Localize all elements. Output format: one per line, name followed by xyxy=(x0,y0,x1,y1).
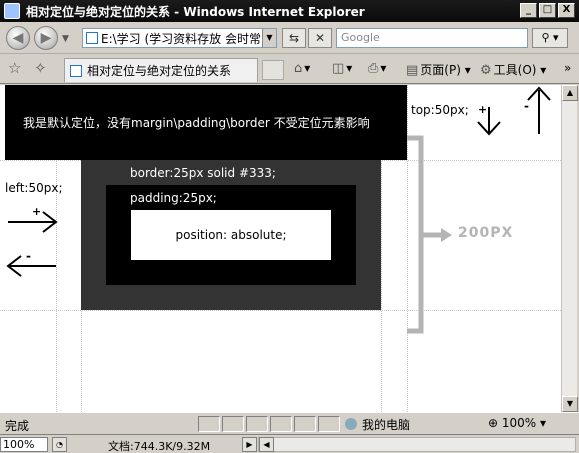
toolbar-overflow-button[interactable]: » xyxy=(564,61,571,75)
zone-label: 我的电脑 xyxy=(362,417,411,432)
tab-label: 相对定位与绝对定位的关系 xyxy=(87,64,232,78)
favorites-star-icon[interactable]: ☆ xyxy=(8,59,21,77)
tools-menu[interactable]: ⚙ 工具(O) ▾ xyxy=(480,61,546,78)
refresh-icon: ⇆ xyxy=(288,31,300,45)
status-bar: 完成 我的电脑 ⊕ 100% ▾ xyxy=(0,412,579,434)
back-arrow-icon: ◀ xyxy=(12,30,24,46)
zoom-control[interactable]: ⊕ 100% ▾ xyxy=(488,416,563,432)
add-favorite-icon[interactable]: ✧ xyxy=(34,59,47,77)
left-arrow-icon xyxy=(6,255,56,277)
recent-pages-dropdown[interactable]: ▼ xyxy=(62,34,69,44)
address-dropdown-button[interactable]: ▼ xyxy=(262,29,276,47)
left-plus-sign: + xyxy=(32,205,42,218)
scroll-down-button[interactable]: ▼ xyxy=(562,396,578,412)
horizontal-scrollbar[interactable]: ◀ xyxy=(258,437,576,452)
search-icon: ⚲ ▾ xyxy=(541,31,559,44)
page-info-button[interactable]: ◔ xyxy=(52,437,67,452)
page-content: 我是默认定位，没有margin\padding\border 不受定位元素影响 … xyxy=(0,85,561,412)
stop-icon: ✕ xyxy=(314,31,326,45)
tab-toolbar: ☆ ✧ 相对定位与绝对定位的关系 ⌂ ▾ ◫ ▾ ⎙ ▾ ▤ 页面(P) ▾ ⚙ 工具(O… xyxy=(0,54,579,84)
height-bracket xyxy=(407,135,444,334)
address-toolbar: ◀ ▶ ▼ E:\学习 (学习资料存放 会时常 ▼ ⇆ ✕ Google ⚲ ▾ xyxy=(0,22,579,54)
search-placeholder: Google xyxy=(341,31,380,44)
page-menu-icon: ▤ xyxy=(406,63,419,78)
zoom-icon: ⊕ xyxy=(488,416,499,430)
status-cell xyxy=(294,416,316,432)
address-input[interactable]: E:\学习 (学习资料存放 会时常 xyxy=(101,30,262,47)
page-zoom-field[interactable]: 100% xyxy=(0,437,48,452)
ie-logo-icon xyxy=(4,3,20,19)
tab-active[interactable]: 相对定位与绝对定位的关系 xyxy=(64,58,258,82)
status-cell xyxy=(270,416,292,432)
search-input[interactable]: Google xyxy=(336,28,528,48)
height-label: 200PX xyxy=(458,225,514,241)
play-button[interactable]: ▶ xyxy=(242,437,257,452)
home-button[interactable]: ⌂ ▾ xyxy=(294,61,310,76)
back-button[interactable]: ◀ xyxy=(6,26,30,50)
computer-icon xyxy=(345,418,357,430)
arrow-overlay xyxy=(6,86,551,334)
status-cell xyxy=(318,416,340,432)
rss-icon: ◫ xyxy=(332,61,345,76)
maximize-button[interactable]: □ xyxy=(539,3,556,18)
printer-icon: ⎙ xyxy=(368,61,379,76)
status-cell xyxy=(198,416,220,432)
up-arrow-icon xyxy=(527,86,551,134)
zoom-dropdown-icon: ▾ xyxy=(540,416,547,430)
addon-bar: 100% ◔ 文档:744.3K/9.32M ▶ ◀ xyxy=(0,434,579,453)
security-zone: 我的电脑 xyxy=(345,416,475,432)
page-menu-label: 页面(P) xyxy=(420,63,461,77)
top-minus-sign: - xyxy=(524,99,529,113)
gear-icon: ⚙ xyxy=(480,63,492,78)
refresh-button[interactable]: ⇆ xyxy=(282,28,306,48)
home-icon: ⌂ xyxy=(294,61,303,76)
scroll-left-button[interactable]: ◀ xyxy=(259,437,274,452)
minimize-button[interactable]: _ xyxy=(520,3,537,18)
tab-page-icon xyxy=(70,64,82,77)
bracket-arrowhead-icon xyxy=(441,228,452,242)
address-bar[interactable]: E:\学习 (学习资料存放 会时常 ▼ xyxy=(82,28,277,48)
status-cell xyxy=(222,416,244,432)
page-icon xyxy=(86,32,98,44)
feeds-button[interactable]: ◫ ▾ xyxy=(332,61,352,76)
stop-button[interactable]: ✕ xyxy=(308,28,332,48)
window-controls: _ □ X xyxy=(520,3,575,18)
scroll-up-button[interactable]: ▲ xyxy=(562,85,578,101)
new-tab-button[interactable] xyxy=(262,60,284,80)
zoom-label: 100% xyxy=(501,416,537,430)
forward-button[interactable]: ▶ xyxy=(34,26,58,50)
search-button[interactable]: ⚲ ▾ xyxy=(532,28,568,48)
window-title: 相对定位与绝对定位的关系 - Windows Internet Explorer xyxy=(26,4,365,19)
print-button[interactable]: ⎙ ▾ xyxy=(368,61,386,76)
tools-menu-label: 工具(O) xyxy=(493,63,537,77)
left-minus-sign: - xyxy=(26,249,31,263)
page-menu[interactable]: ▤ 页面(P) ▾ xyxy=(406,61,471,78)
status-cell xyxy=(246,416,268,432)
close-button[interactable]: X xyxy=(558,3,575,18)
forward-arrow-icon: ▶ xyxy=(40,30,52,46)
status-text: 完成 xyxy=(5,419,30,433)
vertical-scrollbar[interactable]: ▲ ▼ xyxy=(561,85,578,412)
title-bar: 相对定位与绝对定位的关系 - Windows Internet Explorer… xyxy=(0,0,579,22)
top-plus-sign: + xyxy=(478,103,488,116)
document-size: 文档:744.3K/9.32M xyxy=(108,440,211,453)
